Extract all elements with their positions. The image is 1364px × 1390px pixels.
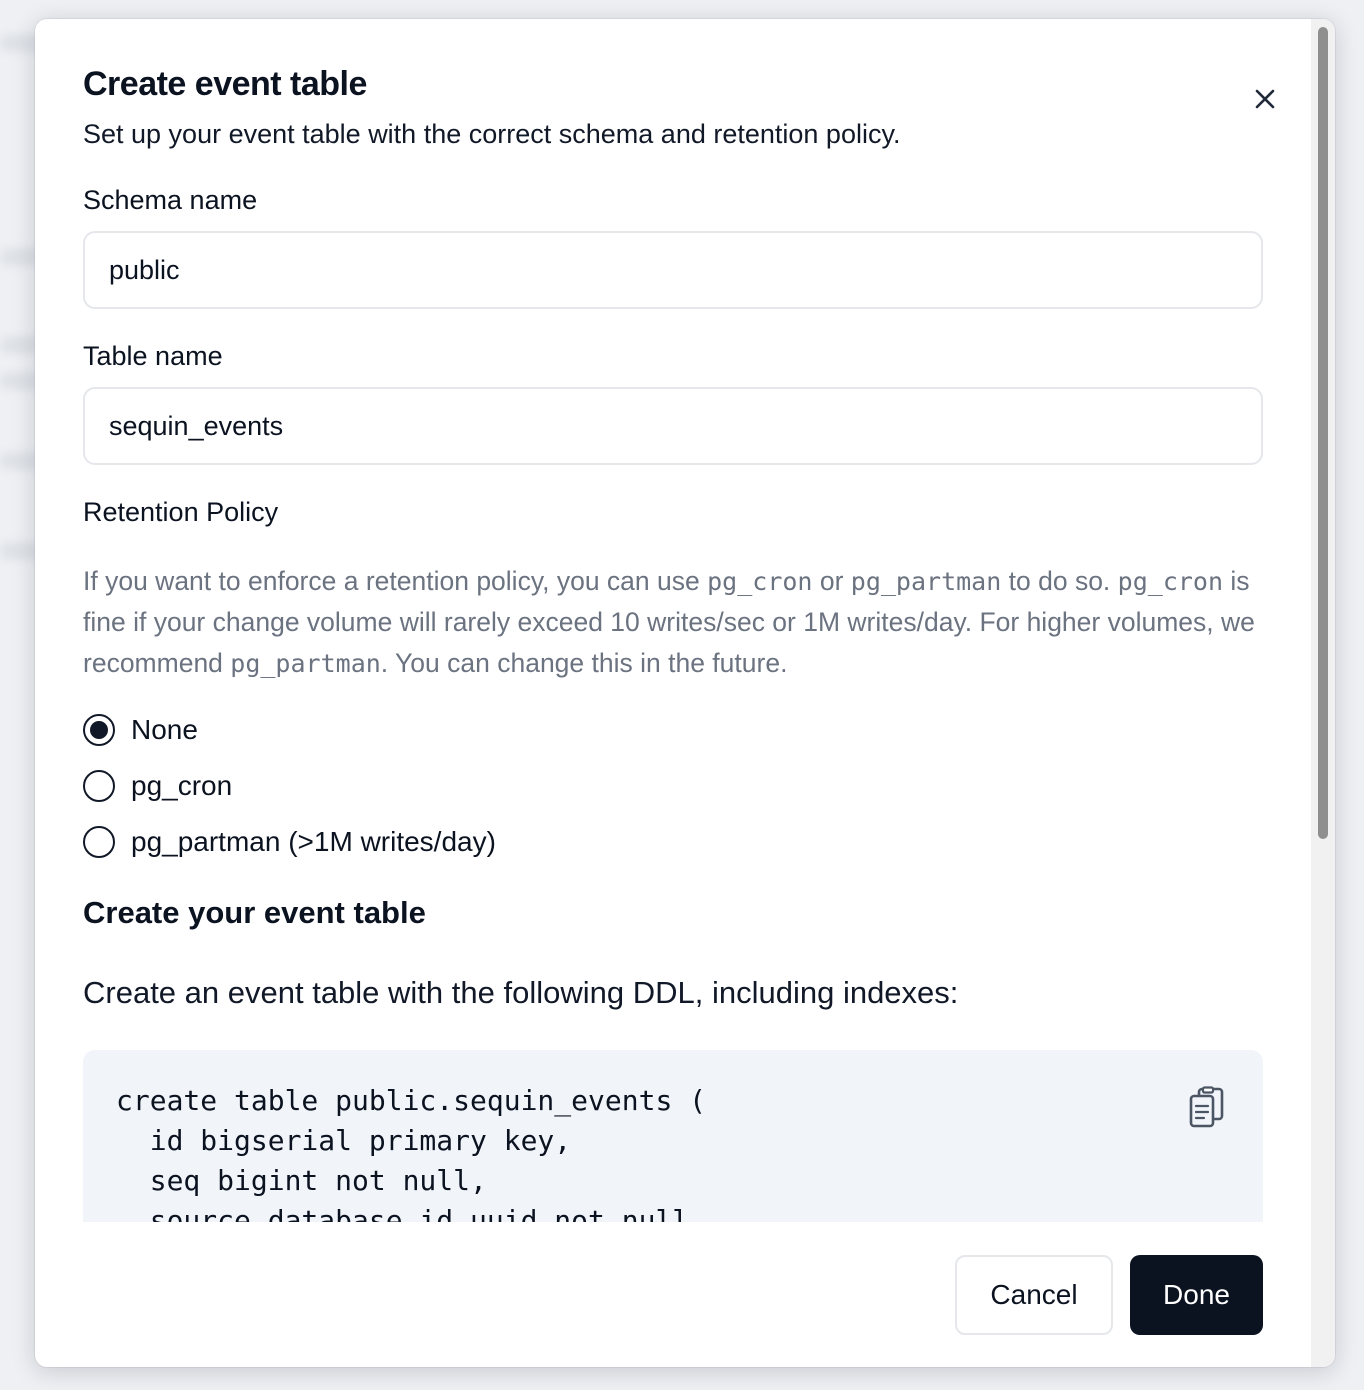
code-line: seq bigint not null, [116, 1164, 487, 1197]
help-text-part: If you want to enforce a retention polic… [83, 566, 708, 596]
background-blur [0, 248, 40, 266]
done-button[interactable]: Done [1130, 1255, 1263, 1335]
radio-button[interactable] [83, 770, 115, 802]
clipboard-copy-icon [1189, 1086, 1224, 1128]
radio-option-pg-cron[interactable]: pg_cron [83, 770, 232, 802]
radio-button-selected[interactable] [83, 714, 115, 746]
background-blur [0, 336, 40, 354]
ddl-code-block: create table public.sequin_events ( id b… [83, 1050, 1263, 1222]
schema-name-label: Schema name [83, 185, 258, 215]
retention-policy-label: Retention Policy [83, 497, 279, 527]
ddl-intro-text: Create an event table with the following… [83, 975, 959, 1010]
code-line: source_database_id uuid not null, [116, 1204, 707, 1222]
code-pg-partman: pg_partman [850, 567, 1002, 596]
help-text-part: or [812, 566, 851, 596]
radio-label: None [131, 714, 198, 745]
ddl-section-title: Create your event table [83, 895, 426, 930]
radio-label: pg_partman (>1M writes/day) [131, 826, 496, 857]
dialog-title: Create event table [83, 65, 367, 103]
schema-name-input[interactable] [83, 231, 1263, 309]
code-pg-partman: pg_partman [230, 649, 381, 678]
table-name-label: Table name [83, 341, 223, 371]
background-blur [0, 452, 40, 470]
help-text-part: to do so. [1001, 566, 1118, 596]
code-line: create table public.sequin_events ( [116, 1084, 707, 1117]
background-blur [0, 542, 40, 560]
radio-dot [90, 721, 108, 739]
code-pg-cron: pg_cron [1117, 567, 1224, 596]
close-button[interactable] [1251, 85, 1279, 113]
dialog-subtitle: Set up your event table with the correct… [83, 119, 901, 149]
retention-help-text: If you want to enforce a retention polic… [83, 561, 1273, 684]
radio-label: pg_cron [131, 770, 233, 801]
radio-button[interactable] [83, 826, 115, 858]
close-icon [1255, 89, 1275, 109]
background-blur [0, 34, 40, 52]
code-pg-cron: pg_cron [707, 567, 813, 596]
create-event-table-dialog: Create event table Set up your event tab… [35, 19, 1335, 1367]
radio-option-pg-partman[interactable]: pg_partman (>1M writes/day) [83, 826, 496, 858]
code-line: id bigserial primary key, [116, 1124, 572, 1157]
help-text-part: . You can change this in the future. [380, 648, 788, 678]
dialog-scrollbar-thumb[interactable] [1318, 27, 1328, 839]
radio-option-none[interactable]: None [83, 714, 198, 746]
table-name-input[interactable] [83, 387, 1263, 465]
cancel-button[interactable]: Cancel [955, 1255, 1113, 1335]
background-blur [0, 372, 40, 390]
dialog-scrollbar[interactable] [1311, 19, 1335, 1367]
copy-code-button[interactable] [1183, 1084, 1231, 1132]
